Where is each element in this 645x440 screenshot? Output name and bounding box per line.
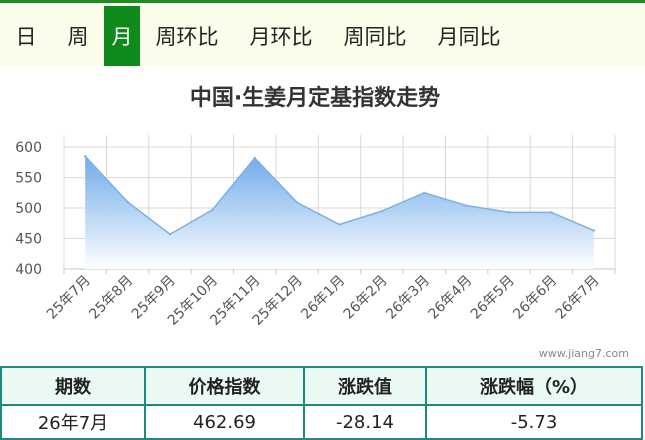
data-point: [211, 208, 214, 212]
x-tick-label: 26年7月: [553, 273, 603, 323]
x-tick-label: 26年2月: [341, 273, 391, 323]
x-tick-label: 25年8月: [86, 273, 136, 323]
y-tick-label: 600: [15, 140, 42, 156]
x-tick-label: 26年6月: [510, 273, 560, 323]
x-tick-label: 26年1月: [298, 273, 348, 323]
tab-week-year-over-year[interactable]: 周同比: [328, 6, 422, 66]
table-header-row: 期数 价格指数 涨跌值 涨跌幅（%）: [0, 366, 643, 406]
data-point: [253, 156, 256, 160]
table-row: 26年7月 462.69 -28.14 -5.73: [0, 404, 643, 440]
cell-change-value: -28.14: [303, 404, 427, 440]
tab-month[interactable]: 月: [104, 6, 140, 66]
y-tick-label: 450: [15, 232, 42, 248]
data-point: [126, 200, 129, 204]
data-point: [550, 211, 553, 214]
period-tabs: 日 周 月 周环比 月环比 周同比 月同比: [0, 6, 645, 66]
y-tick-label: 400: [15, 262, 42, 278]
x-tick-label: 26年3月: [383, 273, 433, 323]
site-watermark: www.jiang7.com: [538, 347, 629, 360]
cell-period: 26年7月: [0, 404, 146, 440]
data-point: [592, 229, 596, 232]
data-point: [507, 211, 511, 214]
tab-day[interactable]: 日: [0, 6, 52, 66]
cell-price-index: 462.69: [144, 404, 305, 440]
chart-title: 中国·生姜月定基指数走势: [189, 86, 441, 111]
x-tick-label: 26年5月: [468, 273, 518, 323]
header-price-index: 价格指数: [144, 366, 305, 406]
data-point: [338, 223, 341, 226]
y-tick-label: 500: [15, 201, 42, 217]
x-tick-label: 26年4月: [425, 273, 475, 323]
data-point: [465, 204, 468, 207]
tab-week[interactable]: 周: [52, 6, 104, 66]
tab-month-year-over-year[interactable]: 月同比: [422, 6, 516, 66]
data-point: [380, 209, 384, 213]
index-summary-table: 期数 价格指数 涨跌值 涨跌幅（%） 26年7月 462.69 -28.14 -…: [0, 366, 643, 440]
header-change-percent: 涨跌幅（%）: [425, 366, 643, 406]
x-tick-label: 25年7月: [44, 273, 94, 323]
data-point: [295, 201, 299, 204]
top-accent-line: [0, 0, 645, 3]
data-point: [83, 155, 87, 158]
index-trend-chart: 60055050045040025年7月25年8月25年9月25年10月25年1…: [15, 135, 616, 329]
header-change-value: 涨跌值: [303, 366, 427, 406]
data-point: [423, 191, 426, 195]
header-period: 期数: [0, 366, 146, 406]
data-point: [168, 233, 172, 236]
tab-month-on-month[interactable]: 月环比: [234, 6, 328, 66]
tab-week-on-week[interactable]: 周环比: [140, 6, 234, 66]
cell-change-percent: -5.73: [425, 404, 643, 440]
y-tick-label: 550: [15, 171, 42, 187]
